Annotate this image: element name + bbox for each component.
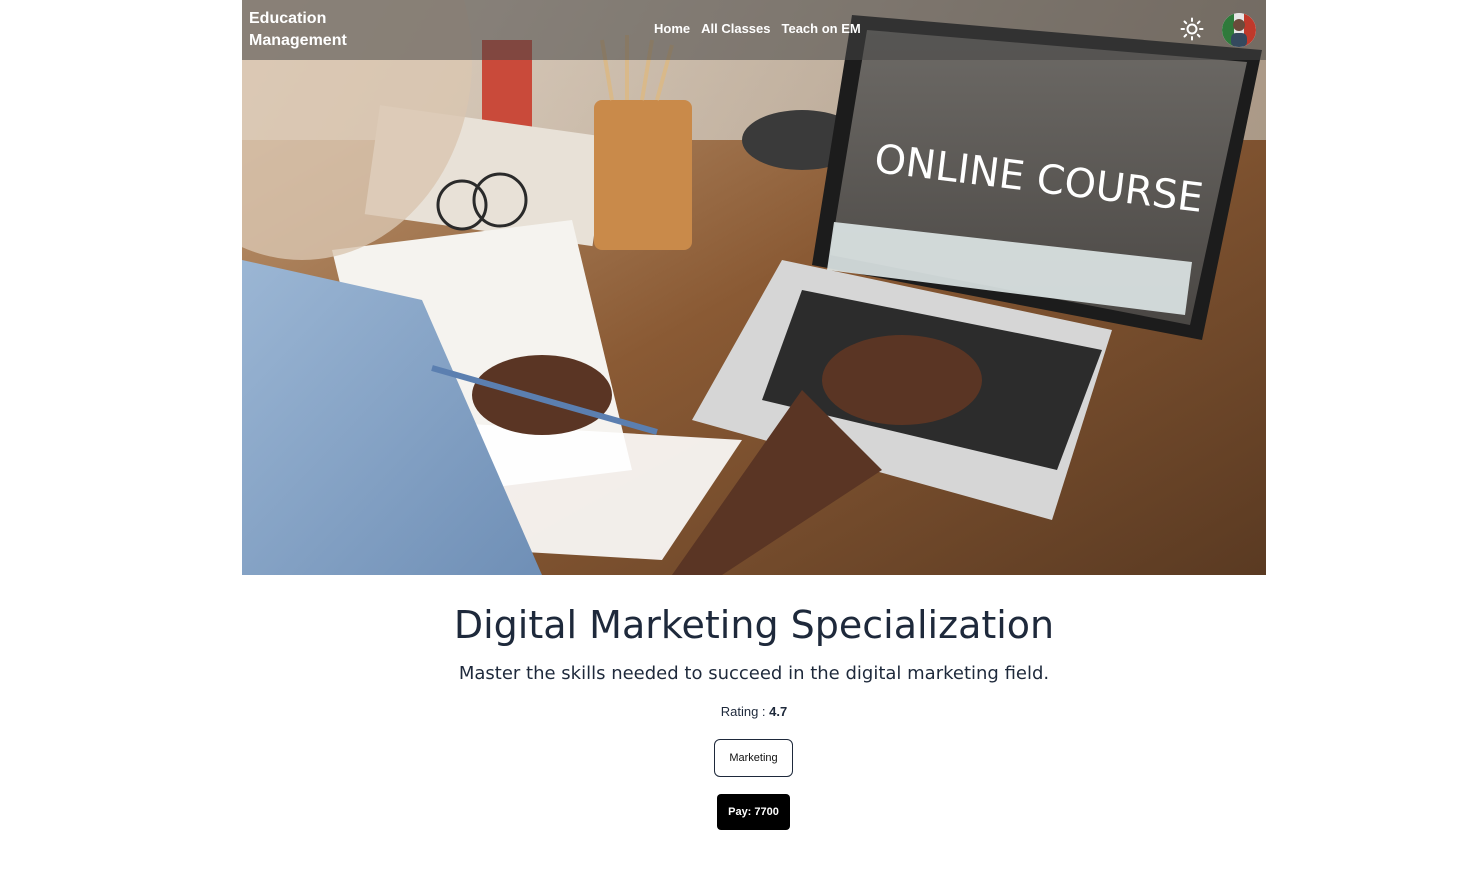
page: ONLINE COURSE Education Management Home …: [0, 0, 1481, 879]
rating-label: Rating :: [720, 704, 766, 719]
nav-link-teach-on-em[interactable]: Teach on EM: [782, 21, 861, 36]
nav-link-all-classes[interactable]: All Classes: [701, 21, 770, 36]
brand-logo-text[interactable]: Education Management: [249, 8, 399, 52]
user-avatar[interactable]: [1222, 13, 1256, 47]
sun-icon[interactable]: [1180, 17, 1204, 41]
pay-button[interactable]: Pay: 7700: [717, 794, 790, 830]
rating-value: 4.7: [769, 704, 788, 719]
course-description: Master the skills needed to succeed in t…: [458, 663, 1050, 684]
category-badge: Marketing: [714, 739, 793, 777]
hero-banner: ONLINE COURSE Education Management Home …: [242, 0, 1266, 575]
brand-line2: Management: [249, 32, 347, 49]
nav-link-home[interactable]: Home: [654, 21, 690, 36]
brand-line1: Education: [249, 10, 327, 27]
course-rating: Rating : 4.7: [0, 704, 1481, 719]
top-navbar: Education Management Home All Classes Te…: [242, 0, 1266, 60]
course-title: Digital Marketing Specialization: [453, 603, 1055, 647]
nav-links: Home All Classes Teach on EM: [654, 21, 861, 36]
hero-image: ONLINE COURSE: [242, 0, 1266, 575]
